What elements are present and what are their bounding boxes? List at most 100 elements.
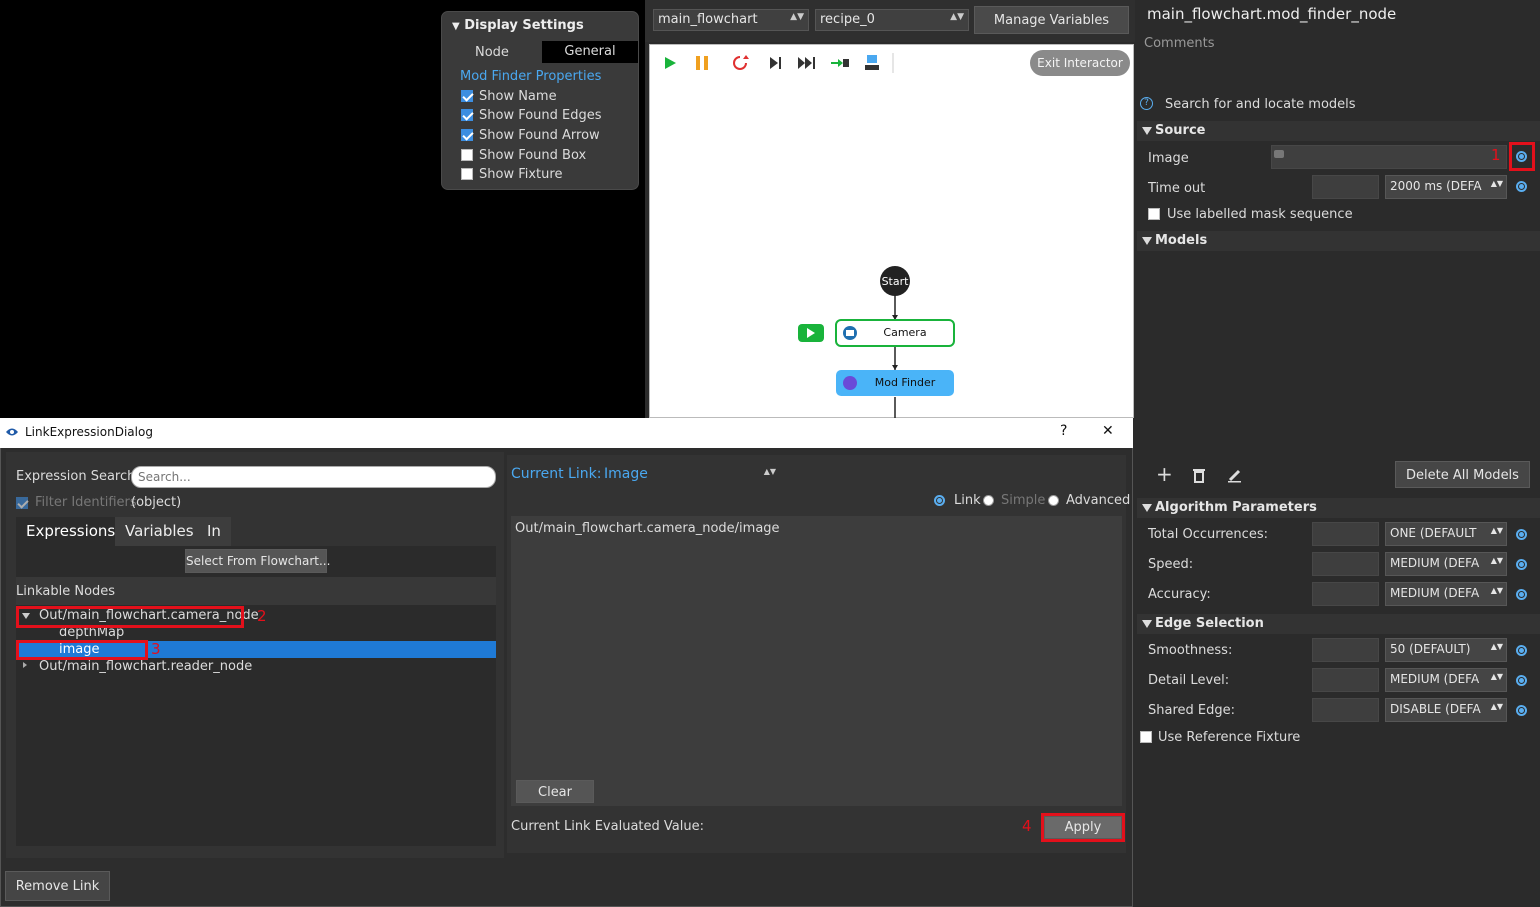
mode-advanced-radio[interactable] xyxy=(1048,495,1059,506)
step-icon[interactable] xyxy=(770,57,778,69)
play-icon[interactable] xyxy=(665,57,676,69)
accuracy-select[interactable]: MEDIUM (DEFA ▲▼ xyxy=(1385,582,1507,606)
models-list[interactable] xyxy=(1137,252,1540,452)
models-header-label: Models xyxy=(1155,233,1208,248)
models-section-header[interactable]: Models xyxy=(1137,231,1540,251)
dialog-title: LinkExpressionDialog xyxy=(25,425,153,439)
timeout-value: 2000 ms (DEFA xyxy=(1390,179,1482,193)
flowchart-canvas[interactable]: Start Camera Mod Finder Exit Interactor xyxy=(649,44,1134,419)
timeout-input[interactable] xyxy=(1312,175,1379,199)
remove-link-button[interactable]: Remove Link xyxy=(5,871,110,901)
tab-node[interactable]: Node xyxy=(475,45,509,60)
highlight-box-4 xyxy=(1041,813,1125,842)
comments-field[interactable]: Comments xyxy=(1144,36,1214,51)
show-fixture-checkbox[interactable] xyxy=(461,168,473,180)
algorithm-section-header[interactable]: Algorithm Parameters xyxy=(1137,498,1540,518)
show-found-arrow-checkbox[interactable] xyxy=(461,129,473,141)
detail-level-label: Detail Level: xyxy=(1148,673,1230,688)
updown-arrow-icon: ▲▼ xyxy=(1490,672,1503,681)
mode-link-radio[interactable] xyxy=(934,495,945,506)
labelled-mask-checkbox[interactable] xyxy=(1148,208,1160,220)
expression-search-label: Expression Search: xyxy=(16,469,140,484)
linkable-nodes-header: Linkable Nodes xyxy=(16,577,496,605)
use-reference-fixture-checkbox[interactable] xyxy=(1140,731,1152,743)
source-section-header[interactable]: Source xyxy=(1137,121,1540,141)
speed-label: Speed: xyxy=(1148,557,1194,572)
speed-link-icon[interactable] xyxy=(1516,559,1527,570)
accuracy-link-icon[interactable] xyxy=(1516,589,1527,600)
run-node-icon[interactable] xyxy=(867,55,877,63)
edge-section-header[interactable]: Edge Selection xyxy=(1137,614,1540,634)
show-name-checkbox[interactable] xyxy=(461,90,473,102)
updown-arrow-icon: ▲▼ xyxy=(1490,586,1503,595)
total-occurrences-link-icon[interactable] xyxy=(1516,529,1527,540)
updown-arrow-icon: ▲▼ xyxy=(1490,179,1503,188)
show-found-box-checkbox[interactable] xyxy=(461,149,473,161)
smoothness-input[interactable] xyxy=(1312,638,1379,662)
clear-button[interactable]: Clear xyxy=(516,780,594,803)
close-button[interactable]: ✕ xyxy=(1102,423,1114,439)
timeout-link-icon[interactable] xyxy=(1516,181,1527,192)
collapsed-arrow-icon[interactable] xyxy=(23,662,27,668)
delete-all-models-button[interactable]: Delete All Models xyxy=(1395,461,1530,488)
smoothness-label: Smoothness: xyxy=(1148,643,1233,658)
smoothness-select[interactable]: 50 (DEFAULT) ▲▼ xyxy=(1385,638,1507,662)
flowchart-select-value: main_flowchart xyxy=(658,12,758,27)
speed-input[interactable] xyxy=(1312,552,1379,576)
expression-search-input[interactable] xyxy=(131,466,496,488)
shared-edge-link-icon[interactable] xyxy=(1516,705,1527,716)
recipe-select[interactable]: recipe_0 ▲▼ xyxy=(815,9,969,31)
annotation-1: 1 xyxy=(1491,146,1501,164)
updown-arrow-icon: ▲▼ xyxy=(1490,526,1503,535)
pause-icon[interactable] xyxy=(696,56,700,70)
show-found-edges-label: Show Found Edges xyxy=(479,108,602,123)
show-name-label: Show Name xyxy=(479,89,557,104)
tab-expressions[interactable]: Expressions xyxy=(16,517,115,546)
display-settings-title: Display Settings xyxy=(464,18,584,33)
flowchart-select[interactable]: main_flowchart ▲▼ xyxy=(653,9,809,31)
total-occurrences-input[interactable] xyxy=(1312,522,1379,546)
image-link-field[interactable] xyxy=(1271,145,1507,169)
highlight-box-1 xyxy=(1509,142,1535,171)
tab-general[interactable]: General xyxy=(542,41,638,63)
accuracy-input[interactable] xyxy=(1312,582,1379,606)
start-node-label: Start xyxy=(881,275,909,288)
exit-interactor-button[interactable]: Exit Interactor xyxy=(1030,50,1130,76)
mode-simple-radio[interactable] xyxy=(983,495,994,506)
detail-level-input[interactable] xyxy=(1312,668,1379,692)
detail-level-link-icon[interactable] xyxy=(1516,675,1527,686)
mode-advanced-label: Advanced xyxy=(1066,493,1131,508)
tab-variables[interactable]: Variables xyxy=(115,517,197,546)
smoothness-value: 50 (DEFAULT) xyxy=(1390,642,1471,656)
manage-variables-button[interactable]: Manage Variables xyxy=(974,6,1129,34)
shared-edge-label: Shared Edge: xyxy=(1148,703,1235,718)
help-button[interactable]: ? xyxy=(1060,423,1067,439)
tab-in[interactable]: In xyxy=(197,517,231,546)
fast-forward-icon[interactable] xyxy=(798,57,805,69)
total-occurrences-value: ONE (DEFAULT xyxy=(1390,526,1477,540)
show-found-edges-checkbox[interactable] xyxy=(461,109,473,121)
detail-level-select[interactable]: MEDIUM (DEFA ▲▼ xyxy=(1385,668,1507,692)
shared-edge-input[interactable] xyxy=(1312,698,1379,722)
show-fixture-label: Show Fixture xyxy=(479,167,563,182)
filter-identifiers-checkbox[interactable] xyxy=(16,497,28,509)
annotation-2: 2 xyxy=(257,607,267,625)
updown-arrow-icon: ▲▼ xyxy=(1490,702,1503,711)
current-link-label: Current Link: xyxy=(511,466,602,482)
current-link-select[interactable]: Image ▲▼ xyxy=(600,463,780,485)
timeout-select[interactable]: 2000 ms (DEFA ▲▼ xyxy=(1385,175,1507,199)
tree-reader-node[interactable]: Out/main_flowchart.reader_node xyxy=(39,659,252,674)
help-icon: ? xyxy=(1140,97,1153,110)
delete-model-icon[interactable] xyxy=(1192,467,1206,483)
smoothness-link-icon[interactable] xyxy=(1516,645,1527,656)
add-model-icon[interactable]: + xyxy=(1156,462,1173,486)
shared-edge-select[interactable]: DISABLE (DEFA ▲▼ xyxy=(1385,698,1507,722)
speed-select[interactable]: MEDIUM (DEFA ▲▼ xyxy=(1385,552,1507,576)
select-from-flowchart-button[interactable]: Select From Flowchart... xyxy=(185,549,330,573)
flowchart-svg xyxy=(665,53,955,419)
display-settings-header[interactable]: ▼ Display Settings xyxy=(452,18,584,33)
total-occurrences-select[interactable]: ONE (DEFAULT ▲▼ xyxy=(1385,522,1507,546)
show-found-box-label: Show Found Box xyxy=(479,148,587,163)
edit-model-icon[interactable] xyxy=(1227,467,1243,483)
link-expression-editor[interactable] xyxy=(511,516,1122,806)
